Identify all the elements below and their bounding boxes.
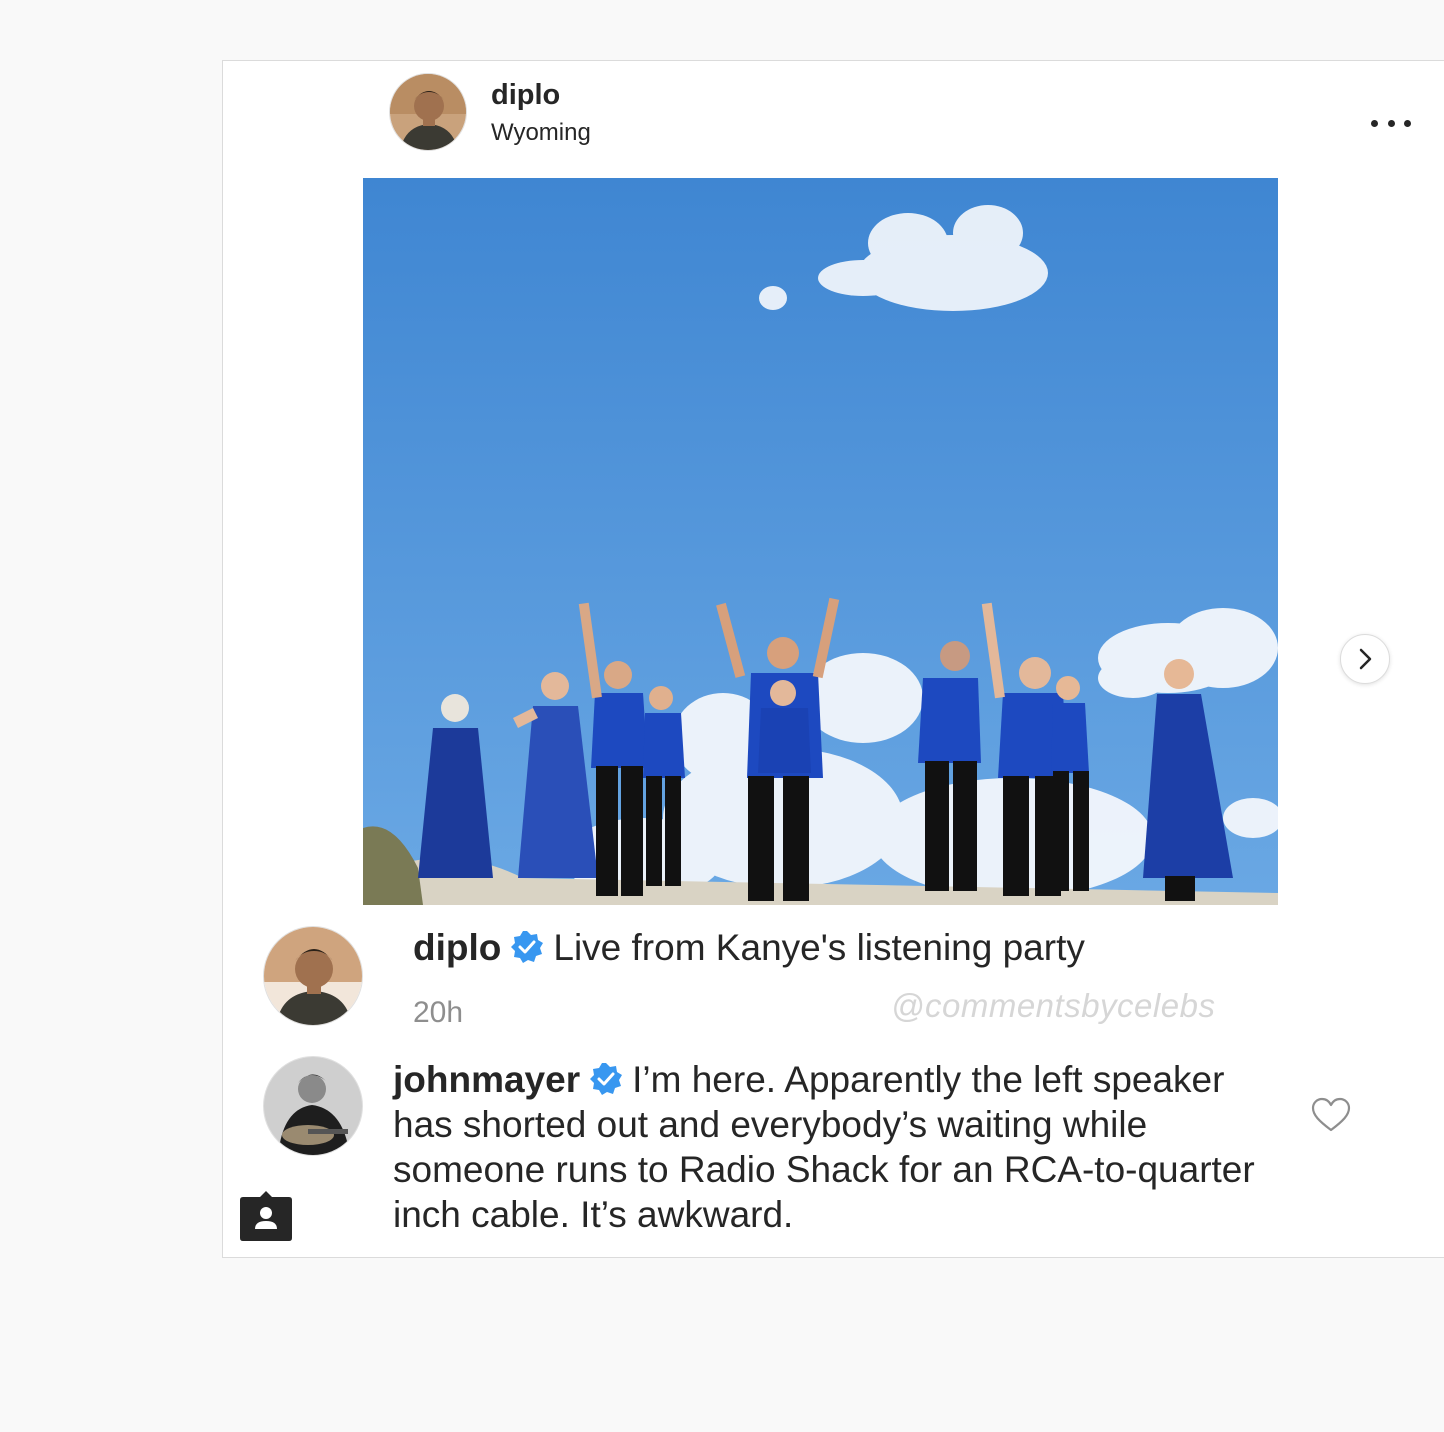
verified-badge-icon xyxy=(590,1063,623,1095)
heart-outline-icon xyxy=(1311,1097,1351,1132)
post-username[interactable]: diplo xyxy=(491,79,560,112)
more-options-icon xyxy=(1371,119,1378,127)
profile-tag-icon xyxy=(240,1191,292,1241)
group-photo-image xyxy=(363,178,1278,905)
tagged-people-button[interactable] xyxy=(239,1191,293,1241)
carousel-next-button[interactable] xyxy=(1340,634,1390,684)
avatar[interactable] xyxy=(389,73,467,151)
person-avatar-icon xyxy=(264,1057,362,1155)
post-header: diplo Wyoming xyxy=(389,73,1411,153)
post-caption: diplo Live from Kanye's listening party xyxy=(413,927,1085,969)
caption-avatar[interactable] xyxy=(263,926,363,1026)
caption-text: Live from Kanye's listening party xyxy=(553,927,1085,968)
person-avatar-icon xyxy=(390,74,466,150)
chevron-right-icon xyxy=(1359,648,1372,670)
verified-badge-icon xyxy=(511,931,544,963)
comment-avatar[interactable] xyxy=(263,1056,363,1156)
more-options-button[interactable] xyxy=(1371,113,1411,133)
post-card: diplo Wyoming diplo Live from Kanye's li… xyxy=(222,60,1444,1258)
comment-username[interactable]: johnmayer xyxy=(393,1059,580,1100)
like-comment-button[interactable] xyxy=(1311,1097,1351,1133)
post-photo[interactable] xyxy=(363,178,1278,905)
watermark: @commentsbycelebs xyxy=(891,987,1216,1024)
post-location[interactable]: Wyoming xyxy=(491,119,591,147)
person-avatar-icon xyxy=(264,927,362,1025)
post-timestamp[interactable]: 20h xyxy=(413,996,463,1030)
comment: johnmayer I’m here. Apparently the left … xyxy=(393,1057,1263,1237)
caption-username[interactable]: diplo xyxy=(413,927,501,968)
